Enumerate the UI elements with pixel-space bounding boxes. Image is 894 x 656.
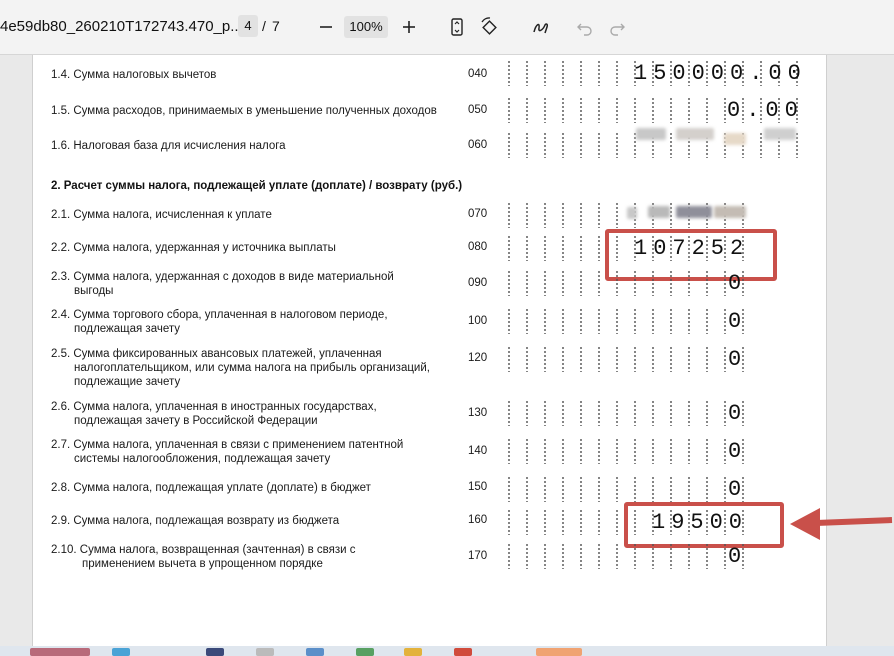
field-130: [500, 400, 748, 426]
value-130: 0: [728, 401, 748, 426]
field-150: [500, 476, 748, 502]
row-code-160: 160: [468, 514, 488, 526]
taskbar-app-6[interactable]: [356, 648, 374, 656]
pdf-toolbar: 4e59db80_260210T172743.470_p... 4 / 7 10…: [0, 0, 894, 55]
row-code-050: 050: [468, 104, 488, 116]
row-label-130: 2.6. Сумма налога, уплаченная в иностран…: [51, 400, 377, 428]
row-label-170-line1: 2.10. Сумма налога, возвращенная (зачтен…: [51, 544, 356, 556]
value-050: 0.00: [727, 98, 804, 123]
plus-icon: [403, 21, 415, 33]
row-label-060: 1.6. Налоговая база для исчисления налог…: [51, 140, 286, 152]
row-code-090: 090: [468, 277, 488, 289]
field-170: [500, 543, 748, 569]
section-2-title: 2. Расчет суммы налога, подлежащей уплат…: [51, 180, 463, 192]
value-120: 0: [728, 347, 748, 372]
row-label-160: 2.9. Сумма налога, подлежащая возврату и…: [51, 515, 340, 527]
taskbar-app-active[interactable]: [536, 648, 582, 656]
value-090: 0: [728, 271, 748, 296]
page-separator: /: [262, 18, 266, 34]
row-label-140-line1: 2.7. Сумма налога, уплаченная в связи с …: [51, 439, 404, 451]
row-label-170: 2.10. Сумма налога, возвращенная (зачтен…: [51, 543, 356, 571]
redacted-value-070d: [714, 206, 746, 218]
fit-page-icon: [451, 18, 463, 36]
row-code-140: 140: [468, 445, 488, 457]
zoom-level[interactable]: 100%: [344, 16, 388, 38]
zoom-out-button[interactable]: [313, 14, 339, 40]
redo-icon: [610, 23, 625, 36]
os-taskbar: [0, 646, 894, 656]
current-page-input[interactable]: 4: [238, 15, 258, 37]
undo-button[interactable]: [572, 14, 598, 40]
row-label-120-line1: 2.5. Сумма фиксированных авансовых плате…: [51, 348, 382, 360]
value-100: 0: [728, 309, 748, 334]
row-code-130: 130: [468, 407, 488, 419]
value-170: 0: [728, 544, 748, 569]
field-120: [500, 346, 748, 372]
row-label-080: 2.2. Сумма налога, удержанная у источник…: [51, 242, 336, 254]
row-label-050: 1.5. Сумма расходов, принимаемых в умень…: [51, 105, 437, 117]
row-label-100: 2.4. Сумма торгового сбора, уплаченная в…: [51, 308, 388, 336]
row-label-100-line2: подлежащая зачету: [74, 323, 180, 335]
row-label-140: 2.7. Сумма налога, уплаченная в связи с …: [51, 438, 403, 466]
pointer-arrow: [790, 508, 893, 540]
redacted-value-060c: [724, 133, 746, 145]
draw-button[interactable]: [528, 14, 554, 40]
field-100: [500, 308, 748, 334]
redacted-value-060: [636, 128, 666, 140]
row-label-100-line1: 2.4. Сумма торгового сбора, уплаченная в…: [51, 309, 388, 321]
row-label-120-line2: налогоплательщиком, или сумма налога на …: [74, 362, 430, 374]
row-label-150: 2.8. Сумма налога, подлежащая уплате (до…: [51, 482, 371, 494]
rotate-icon: [481, 17, 497, 35]
taskbar-app-4[interactable]: [256, 648, 274, 656]
document-filename: 4e59db80_260210T172743.470_p...: [0, 18, 243, 35]
row-label-130-line1: 2.6. Сумма налога, уплаченная в иностран…: [51, 401, 377, 413]
redacted-value-060d: [764, 128, 796, 140]
total-pages: 7: [272, 18, 280, 34]
redo-button[interactable]: [604, 14, 630, 40]
rotate-button[interactable]: [476, 14, 502, 40]
highlight-box-160: [624, 502, 784, 548]
ink-pen-icon: [533, 23, 548, 34]
row-label-090: 2.3. Сумма налога, удержанная с доходов …: [51, 270, 394, 298]
row-code-070: 070: [468, 208, 488, 220]
fit-page-button[interactable]: [444, 14, 470, 40]
value-140: 0: [728, 439, 748, 464]
taskbar-app-8[interactable]: [454, 648, 472, 656]
row-label-090-line1: 2.3. Сумма налога, удержанная с доходов …: [51, 271, 394, 283]
taskbar-app-1[interactable]: [30, 648, 90, 656]
row-label-090-line2: выгоды: [74, 285, 114, 297]
row-code-120: 120: [468, 352, 488, 364]
taskbar-app-3[interactable]: [206, 648, 224, 656]
redacted-value-060b: [676, 128, 714, 140]
taskbar-app-7[interactable]: [404, 648, 422, 656]
zoom-in-button[interactable]: [396, 14, 422, 40]
redacted-value-070c: [676, 206, 712, 218]
row-code-040: 040: [468, 68, 488, 80]
field-090: [500, 270, 748, 296]
row-label-070: 2.1. Сумма налога, исчисленная к уплате: [51, 209, 272, 221]
row-label-040: 1.4. Сумма налоговых вычетов: [51, 69, 217, 81]
undo-icon: [577, 23, 592, 36]
row-code-100: 100: [468, 315, 488, 327]
redacted-value-070: [627, 207, 637, 219]
taskbar-app-5[interactable]: [306, 648, 324, 656]
row-code-170: 170: [468, 550, 488, 562]
redacted-value-070b: [648, 206, 670, 218]
minus-icon: [320, 26, 332, 28]
field-140: [500, 438, 748, 464]
row-code-060: 060: [468, 139, 488, 151]
row-label-120-line3: подлежащие зачету: [74, 376, 181, 388]
row-label-130-line2: подлежащая зачету в Российской Федерации: [74, 415, 318, 427]
value-040: 150000.00: [634, 61, 807, 86]
taskbar-app-2[interactable]: [112, 648, 130, 656]
row-code-080: 080: [468, 241, 488, 253]
row-code-150: 150: [468, 481, 488, 493]
row-label-170-line2: применением вычета в упрощенном порядке: [82, 558, 323, 570]
value-150: 0: [728, 477, 748, 502]
row-label-120: 2.5. Сумма фиксированных авансовых плате…: [51, 347, 430, 389]
row-label-140-line2: системы налогообложения, подлежащая заче…: [74, 453, 331, 465]
